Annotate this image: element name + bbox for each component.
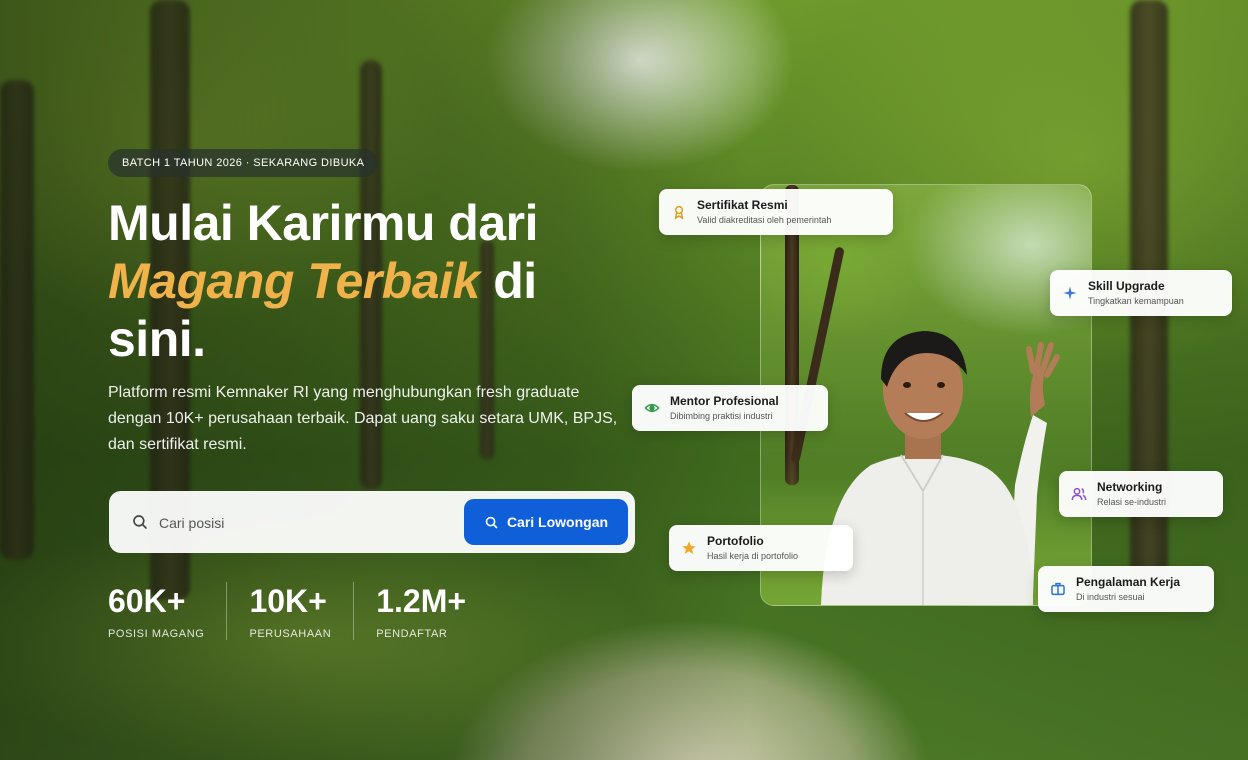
stat-value: 60K+ bbox=[108, 583, 186, 619]
chip-networking: Networking Relasi se-industri bbox=[1059, 471, 1223, 517]
chip-title: Pengalaman Kerja bbox=[1076, 575, 1181, 589]
stat-value: 10K+ bbox=[249, 583, 327, 619]
headline-line3: sini. bbox=[108, 311, 206, 367]
search-button[interactable]: Cari Lowongan bbox=[464, 499, 628, 545]
chip-desc: Dibimbing praktisi industri bbox=[670, 411, 773, 421]
chip-title: Mentor Profesional bbox=[670, 394, 779, 408]
chip-title: Sertifikat Resmi bbox=[697, 198, 788, 212]
headline-mid: di bbox=[479, 253, 537, 309]
stats-row: 60K+ POSISI MAGANG 10K+ PERUSAHAAN 1.2M+… bbox=[108, 582, 510, 640]
users-icon bbox=[1069, 484, 1089, 504]
batch-badge: BATCH 1 TAHUN 2026 · SEKARANG DIBUKA bbox=[108, 149, 379, 177]
search-button-label: Cari Lowongan bbox=[506, 514, 609, 530]
search-bar: Cari Lowongan bbox=[109, 491, 635, 553]
stat-value: 1.2M+ bbox=[376, 583, 467, 619]
chip-desc: Valid diakreditasi oleh pemerintah bbox=[697, 215, 832, 225]
hero-subtitle: Platform resmi Kemnaker RI yang menghubu… bbox=[108, 384, 618, 453]
eye-icon bbox=[642, 398, 662, 418]
briefcase-icon bbox=[1048, 579, 1068, 599]
headline-accent: Magang Terbaik bbox=[108, 253, 480, 309]
award-icon bbox=[669, 202, 689, 222]
search-button-icon bbox=[485, 516, 498, 528]
chip-skill-upgrade: Skill Upgrade Tingkatkan kemampuan bbox=[1050, 270, 1232, 316]
chip-mentor: Mentor Profesional Dibimbing praktisi in… bbox=[632, 385, 828, 431]
stat-label: PENDAFTAR bbox=[376, 628, 448, 640]
search-input[interactable] bbox=[157, 509, 441, 537]
chip-experience: Pengalaman Kerja Di industri sesuai bbox=[1038, 566, 1214, 612]
batch-badge-label: BATCH 1 TAHUN 2026 · SEKARANG DIBUKA bbox=[122, 157, 365, 169]
chip-desc: Hasil kerja di portofolio bbox=[707, 551, 799, 561]
chip-title: Portofolio bbox=[707, 534, 764, 548]
chip-desc: Di industri sesuai bbox=[1076, 592, 1145, 602]
sparkle-icon bbox=[1060, 283, 1080, 303]
stat-applicants: 1.2M+ PENDAFTAR bbox=[376, 582, 488, 640]
stat-positions: 60K+ POSISI MAGANG bbox=[108, 582, 228, 640]
hero-headline: Mulai Karirmu dari Magang Terbaik di sin… bbox=[108, 194, 668, 368]
chip-desc: Tingkatkan kemampuan bbox=[1088, 296, 1184, 306]
search-icon bbox=[133, 515, 147, 529]
stat-label: POSISI MAGANG bbox=[108, 628, 205, 640]
chip-certificate: Sertifikat Resmi Valid diakreditasi oleh… bbox=[659, 189, 893, 235]
chip-title: Networking bbox=[1097, 480, 1163, 494]
chip-title: Skill Upgrade bbox=[1088, 279, 1165, 293]
chip-portfolio: Portofolio Hasil kerja di portofolio bbox=[669, 525, 853, 571]
stat-label: PERUSAHAAN bbox=[249, 628, 332, 640]
headline-line1: Mulai Karirmu dari bbox=[108, 195, 539, 251]
star-icon bbox=[679, 538, 699, 558]
stat-companies: 10K+ PERUSAHAAN bbox=[249, 582, 355, 640]
chip-desc: Relasi se-industri bbox=[1097, 497, 1167, 507]
